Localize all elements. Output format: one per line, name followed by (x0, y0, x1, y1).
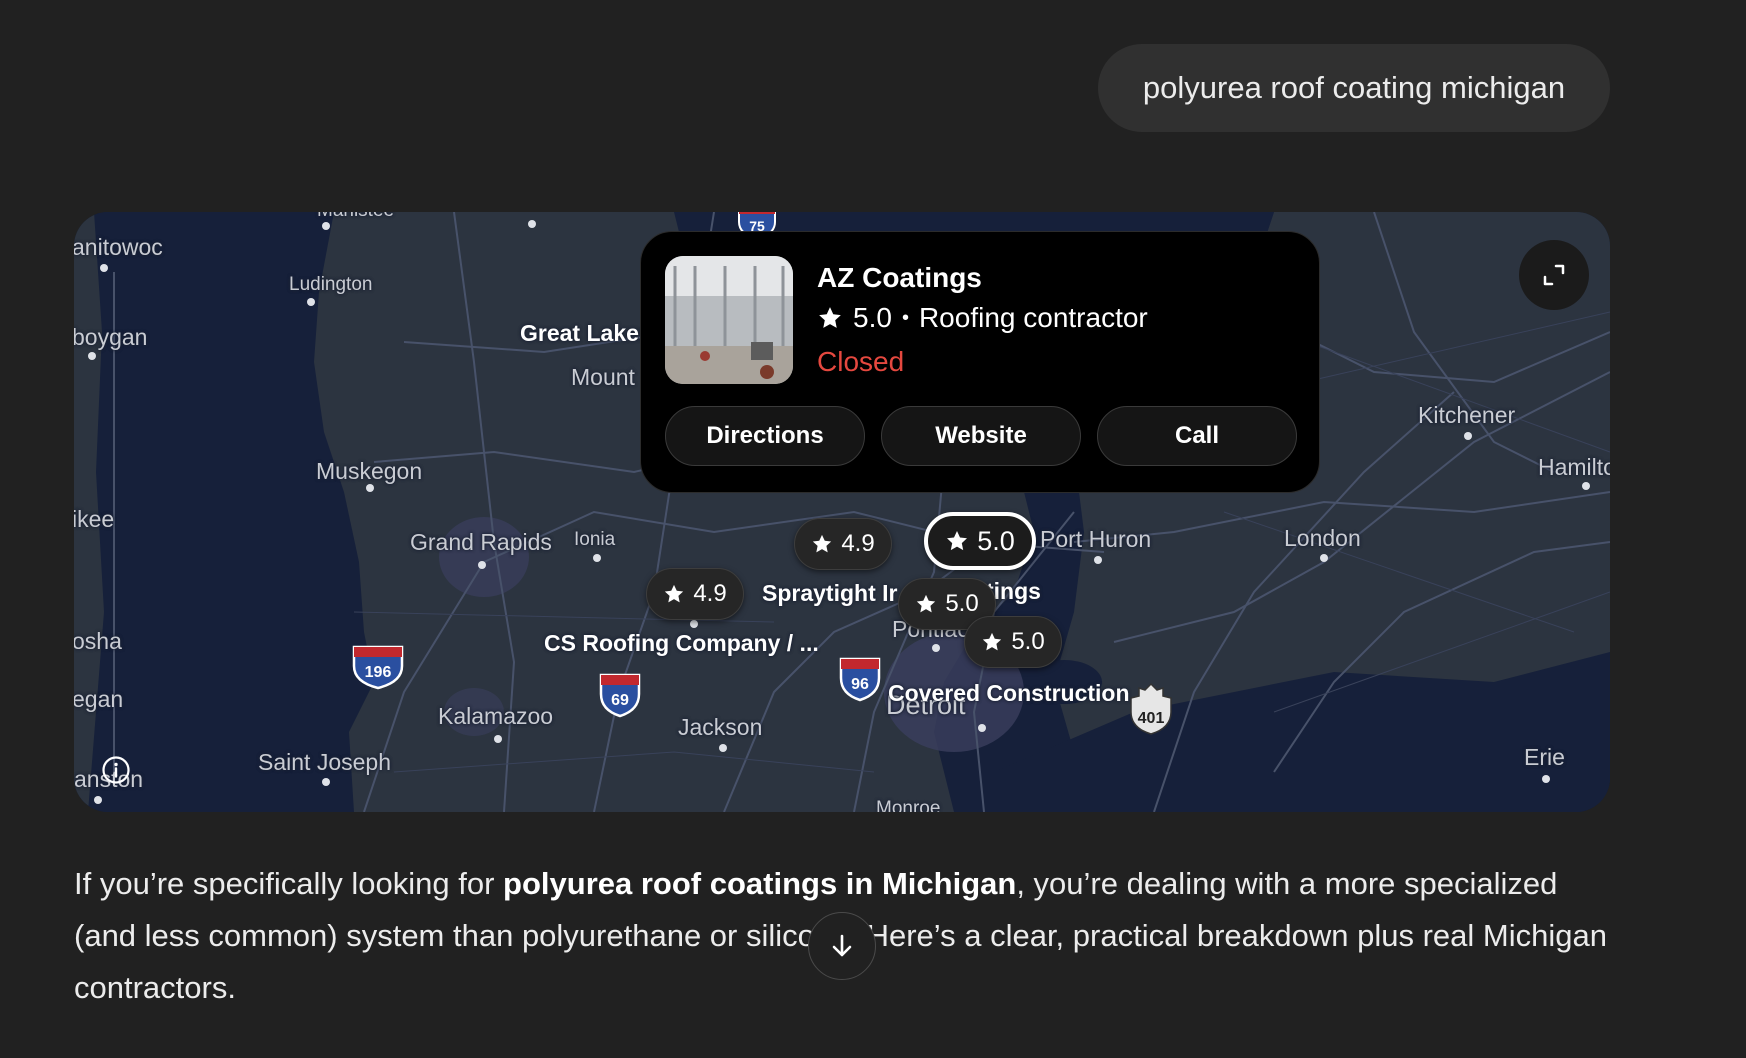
city-dot (932, 644, 940, 652)
business-label-cs-roofing[interactable]: CS Roofing Company / ... (544, 630, 819, 657)
business-label-covered-construction[interactable]: Covered Construction (888, 680, 1130, 707)
map-label-great-lakes: Great Lakes (520, 320, 652, 346)
star-icon (983, 632, 1002, 651)
shield-label: 69 (611, 692, 629, 709)
ontario-401-shield: 401 (1130, 682, 1172, 735)
city-dot (307, 298, 315, 306)
star-icon (665, 584, 684, 603)
city-dot (719, 744, 727, 752)
answer-intro-text: If you’re specifically looking for (74, 866, 504, 901)
star-icon (947, 531, 968, 551)
place-photo[interactable] (665, 256, 793, 384)
map-label-ludington: Ludington (289, 274, 373, 295)
rating-pin[interactable]: 4.9 (646, 568, 744, 620)
map-label-london: London (1284, 525, 1361, 551)
city-dot (1320, 554, 1328, 562)
shield-label: 196 (365, 664, 392, 681)
city-dot (494, 735, 502, 743)
shield-label: 96 (851, 676, 869, 693)
expand-map-button[interactable] (1519, 240, 1589, 310)
interstate-96-shield: 96 (839, 657, 881, 702)
place-card[interactable]: AZ Coatings 5.0 • Roofing contractor Clo… (640, 231, 1320, 493)
map-label-mount: Mount (571, 364, 635, 390)
user-message-text: polyurea roof coating michigan (1142, 70, 1566, 105)
star-icon (917, 594, 936, 613)
city-dot (978, 724, 986, 732)
map-label-waukegan: egan (74, 686, 124, 712)
map-label-manitowoc: anitowoc (74, 234, 163, 260)
city-dot (1542, 775, 1550, 783)
directions-button[interactable]: Directions (665, 406, 865, 466)
map-label-kitchener: Kitchener (1418, 402, 1516, 428)
map-label-sheboygan: boygan (74, 324, 148, 350)
map-label-port-huron: Port Huron (1040, 526, 1152, 552)
business-label-spraytight[interactable]: Spraytight Ir (762, 580, 897, 607)
rating-pin-selected[interactable]: 5.0 (924, 512, 1036, 570)
city-dot (690, 620, 698, 628)
interstate-196-shield: 196 (352, 645, 404, 690)
city-dot (593, 554, 601, 562)
info-icon (102, 756, 130, 784)
place-category: Roofing contractor (918, 302, 1148, 333)
map-label-hamilton: Hamilton (1538, 454, 1610, 480)
shield-label: 401 (1138, 710, 1165, 727)
place-rating: 5.0 (853, 302, 892, 333)
map-label-muskegon: Muskegon (316, 458, 423, 484)
map-label-ionia: Ionia (574, 529, 616, 550)
map-label-grand-rapids: Grand Rapids (410, 529, 552, 555)
rating-pin-value: 5.0 (945, 590, 979, 617)
map-label-milwaukee: ikee (74, 506, 115, 532)
city-dot (528, 220, 536, 228)
map-label-manistee: Manistee (317, 212, 394, 222)
star-icon (819, 307, 841, 328)
call-button[interactable]: Call (1097, 406, 1297, 466)
answer-bold-text: polyurea roof coatings in Michigan (503, 866, 1017, 901)
city-dot (366, 484, 374, 492)
place-rating-row: 5.0 • Roofing contractor (817, 302, 1148, 334)
city-dot (1464, 432, 1472, 440)
city-dot (94, 796, 102, 804)
map-label-monroe: Monroe (876, 798, 941, 812)
user-message-bubble: polyurea roof coating michigan (1098, 44, 1610, 132)
rating-pin-value: 5.0 (977, 525, 1015, 556)
rating-pin-value: 5.0 (1011, 628, 1045, 655)
star-icon (813, 534, 832, 553)
map-label-kenosha: osha (74, 628, 122, 654)
map-label-saint-joseph: Saint Joseph (258, 749, 391, 775)
rating-pin[interactable]: 4.9 (794, 518, 892, 570)
place-name[interactable]: AZ Coatings (817, 262, 982, 294)
city-dot (88, 352, 96, 360)
map-card[interactable]: Manistee anitowoc Ludington boygan Great… (74, 212, 1610, 812)
city-dot (478, 561, 486, 569)
website-button[interactable]: Website (881, 406, 1081, 466)
separator-dot: • (901, 306, 909, 329)
city-dot (1582, 482, 1590, 490)
interstate-69-shield: 69 (599, 673, 641, 718)
map-label-jackson: Jackson (678, 714, 763, 740)
city-dot (322, 222, 330, 230)
arrow-down-icon (832, 934, 852, 957)
rating-pin[interactable]: 5.0 (964, 616, 1062, 668)
expand-icon (1543, 264, 1565, 286)
city-dot (1094, 556, 1102, 564)
place-open-status: Closed (817, 346, 905, 377)
city-dot (322, 778, 330, 786)
scroll-to-bottom-button[interactable] (808, 912, 876, 980)
map-label-kalamazoo: Kalamazoo (438, 703, 554, 729)
map-info-button[interactable] (98, 752, 134, 788)
rating-pin-value: 4.9 (693, 580, 727, 607)
city-dot (100, 264, 108, 272)
rating-pin-value: 4.9 (841, 530, 875, 557)
map-label-erie: Erie (1524, 744, 1565, 770)
